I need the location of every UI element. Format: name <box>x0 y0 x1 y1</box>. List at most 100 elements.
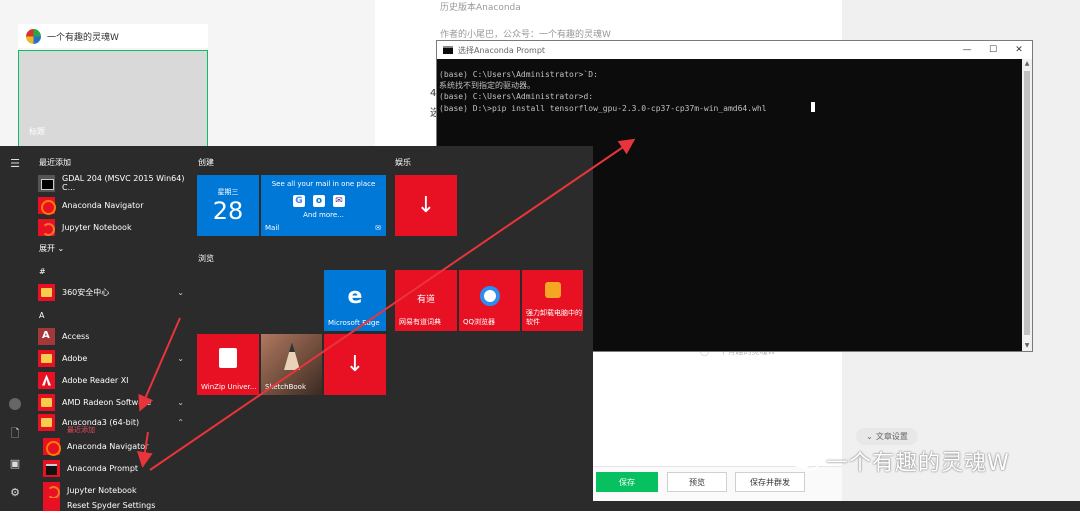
save-button[interactable]: 保存 <box>596 472 658 492</box>
app-label: 360安全中心 <box>62 287 110 297</box>
access-icon <box>38 327 55 345</box>
account-name: 一个有趣的灵魂W <box>47 32 119 43</box>
calendar-date: 28 <box>212 197 244 225</box>
text-cursor <box>810 102 815 112</box>
calendar-tile[interactable]: 星期三 28 <box>197 175 259 236</box>
scrollbar[interactable]: ▲ ▼ <box>1022 59 1032 351</box>
doc-text-line: 历史版本Anaconda <box>440 3 521 13</box>
app-jupyter-recent[interactable]: Jupyter Notebook <box>38 217 188 237</box>
winzip-label: WinZip Univer... <box>201 383 257 391</box>
download-tile-2[interactable]: ↓ <box>324 334 386 395</box>
wechat-logo-icon <box>791 450 819 471</box>
sketchbook-tile[interactable]: SketchBook <box>261 334 322 395</box>
account-card[interactable]: 一个有趣的灵魂W <box>18 24 208 48</box>
mail-label: Mail <box>265 224 280 232</box>
terminal-icon <box>443 46 453 54</box>
app-360[interactable]: 360安全中心 ⌄ <box>38 282 188 302</box>
winzip-icon <box>219 348 237 368</box>
article-settings-label: 文章设置 <box>875 432 908 441</box>
start-menu: ☰ 🗋 ▣ ⚙ 最近添加 GDAL 204 (MSVC 2015 Win64) … <box>0 146 593 511</box>
app-anaconda-prompt[interactable]: Anaconda Prompt <box>43 458 193 478</box>
app-label: Access <box>62 331 90 341</box>
app-anaconda-navigator[interactable]: Anaconda Navigator <box>43 436 193 456</box>
hamburger-menu-icon[interactable]: ☰ <box>8 156 22 170</box>
group-create: 创建 <box>198 158 214 167</box>
jupyter-icon <box>43 481 60 499</box>
chevron-down-icon: ⌄ <box>177 353 184 363</box>
app-label: AMD Radeon Software <box>62 397 152 407</box>
cover-image[interactable]: 标题 <box>18 50 208 148</box>
pictures-icon[interactable]: ▣ <box>8 456 22 470</box>
uninstaller-label: 强力卸载电脑中的软件 <box>526 309 582 326</box>
expand-button[interactable]: 展开 ⌄ <box>39 243 64 254</box>
calendar-weekday: 星期三 <box>217 188 239 196</box>
watermark: 一个有趣的灵魂W <box>790 445 1010 477</box>
section-hash: # <box>39 267 46 276</box>
app-adobe-reader[interactable]: Adobe Reader XI <box>38 370 188 390</box>
qq-browser-tile[interactable]: QQ浏览器 <box>459 270 520 331</box>
terminal-line: (base) D:\>pip install tensorflow_gpu-2.… <box>439 104 767 113</box>
app-label: Jupyter Notebook <box>67 485 137 495</box>
app-anaconda-navigator-recent[interactable]: Anaconda Navigator <box>38 195 188 215</box>
scrollbar-thumb[interactable] <box>1024 71 1030 335</box>
app-anaconda3-folder[interactable]: Anaconda3 (64-bit) 最近添加 ⌃ <box>38 412 188 434</box>
close-button[interactable]: ✕ <box>1006 41 1032 59</box>
minimize-button[interactable]: — <box>954 41 980 59</box>
app-adobe[interactable]: Adobe ⌄ <box>38 348 188 368</box>
outlook-icon: o <box>313 195 325 207</box>
app-reset-spyder[interactable]: Reset Spyder Settings <box>43 498 193 511</box>
terminal-line: (base) C:\Users\Administrator>`D: <box>439 70 598 79</box>
folder-icon <box>38 349 55 367</box>
edge-tile[interactable]: e Microsoft Edge <box>324 270 386 331</box>
youdao-label: 网易有道词典 <box>399 318 441 326</box>
chevron-down-icon: ⌄ <box>177 287 184 297</box>
winzip-tile[interactable]: WinZip Univer... <box>197 334 259 395</box>
youdao-tile[interactable]: 有道 网易有道词典 <box>395 270 457 331</box>
terminal-line: (base) C:\Users\Administrator>d: <box>439 92 594 101</box>
app-access[interactable]: Access <box>38 326 188 346</box>
scroll-down-icon[interactable]: ▼ <box>1022 341 1032 351</box>
folder-icon <box>38 393 55 411</box>
mail-more: And more... <box>303 211 344 219</box>
anaconda-icon <box>43 437 61 456</box>
download-tile[interactable]: ↓ <box>395 175 457 236</box>
download-arrow-icon: ↓ <box>416 193 436 218</box>
app-amd-radeon[interactable]: AMD Radeon Software ⌄ <box>38 392 188 412</box>
section-a: A <box>39 311 45 320</box>
pencil-icon <box>283 342 300 370</box>
expand-label: 展开 <box>39 244 55 253</box>
app-label: Adobe Reader XI <box>62 375 129 385</box>
section-recent: 最近添加 <box>39 158 71 167</box>
gdal-icon <box>38 174 55 192</box>
envelope-icon: ✉ <box>375 224 381 232</box>
window-titlebar[interactable]: 选择Anaconda Prompt — ☐ ✕ <box>437 41 1032 59</box>
app-jupyter-notebook[interactable]: Jupyter Notebook <box>43 480 193 500</box>
document-icon[interactable]: 🗋 <box>8 427 22 441</box>
mail-tile[interactable]: See all your mail in one place G o ✉ And… <box>261 175 386 236</box>
maximize-button[interactable]: ☐ <box>980 41 1006 59</box>
settings-gear-icon[interactable]: ⚙ <box>8 485 22 499</box>
google-icon: G <box>293 195 305 207</box>
terminal-icon <box>43 459 60 477</box>
mail-tagline: See all your mail in one place <box>271 180 376 188</box>
article-settings-button[interactable]: ⌄ 文章设置 <box>856 428 918 445</box>
app-label: Anaconda Prompt <box>67 463 139 473</box>
account-avatar-icon <box>26 28 41 44</box>
anaconda-icon <box>38 196 56 215</box>
tiles-area: 创建 娱乐 浏览 星期三 28 See all your mail in one… <box>193 146 593 511</box>
watermark-text: 一个有趣的灵魂W <box>826 451 1010 476</box>
group-entertainment: 娱乐 <box>395 158 411 167</box>
uninstaller-tile[interactable]: 强力卸载电脑中的软件 <box>522 270 583 331</box>
app-label: Reset Spyder Settings <box>67 500 156 510</box>
recently-added-badge: 最近添加 <box>67 426 95 434</box>
user-avatar-icon[interactable] <box>9 398 21 410</box>
edge-icon: e <box>347 284 363 309</box>
youdao-icon: 有道 <box>416 295 436 305</box>
chevron-up-icon: ⌃ <box>177 417 184 427</box>
cover-title-label: 标题 <box>29 127 45 136</box>
download-arrow-icon: ↓ <box>345 352 365 377</box>
scroll-up-icon[interactable]: ▲ <box>1022 59 1032 69</box>
preview-button[interactable]: 预览 <box>667 472 727 492</box>
sketchbook-label: SketchBook <box>265 383 307 391</box>
app-gdal[interactable]: GDAL 204 (MSVC 2015 Win64) C... <box>38 173 188 193</box>
